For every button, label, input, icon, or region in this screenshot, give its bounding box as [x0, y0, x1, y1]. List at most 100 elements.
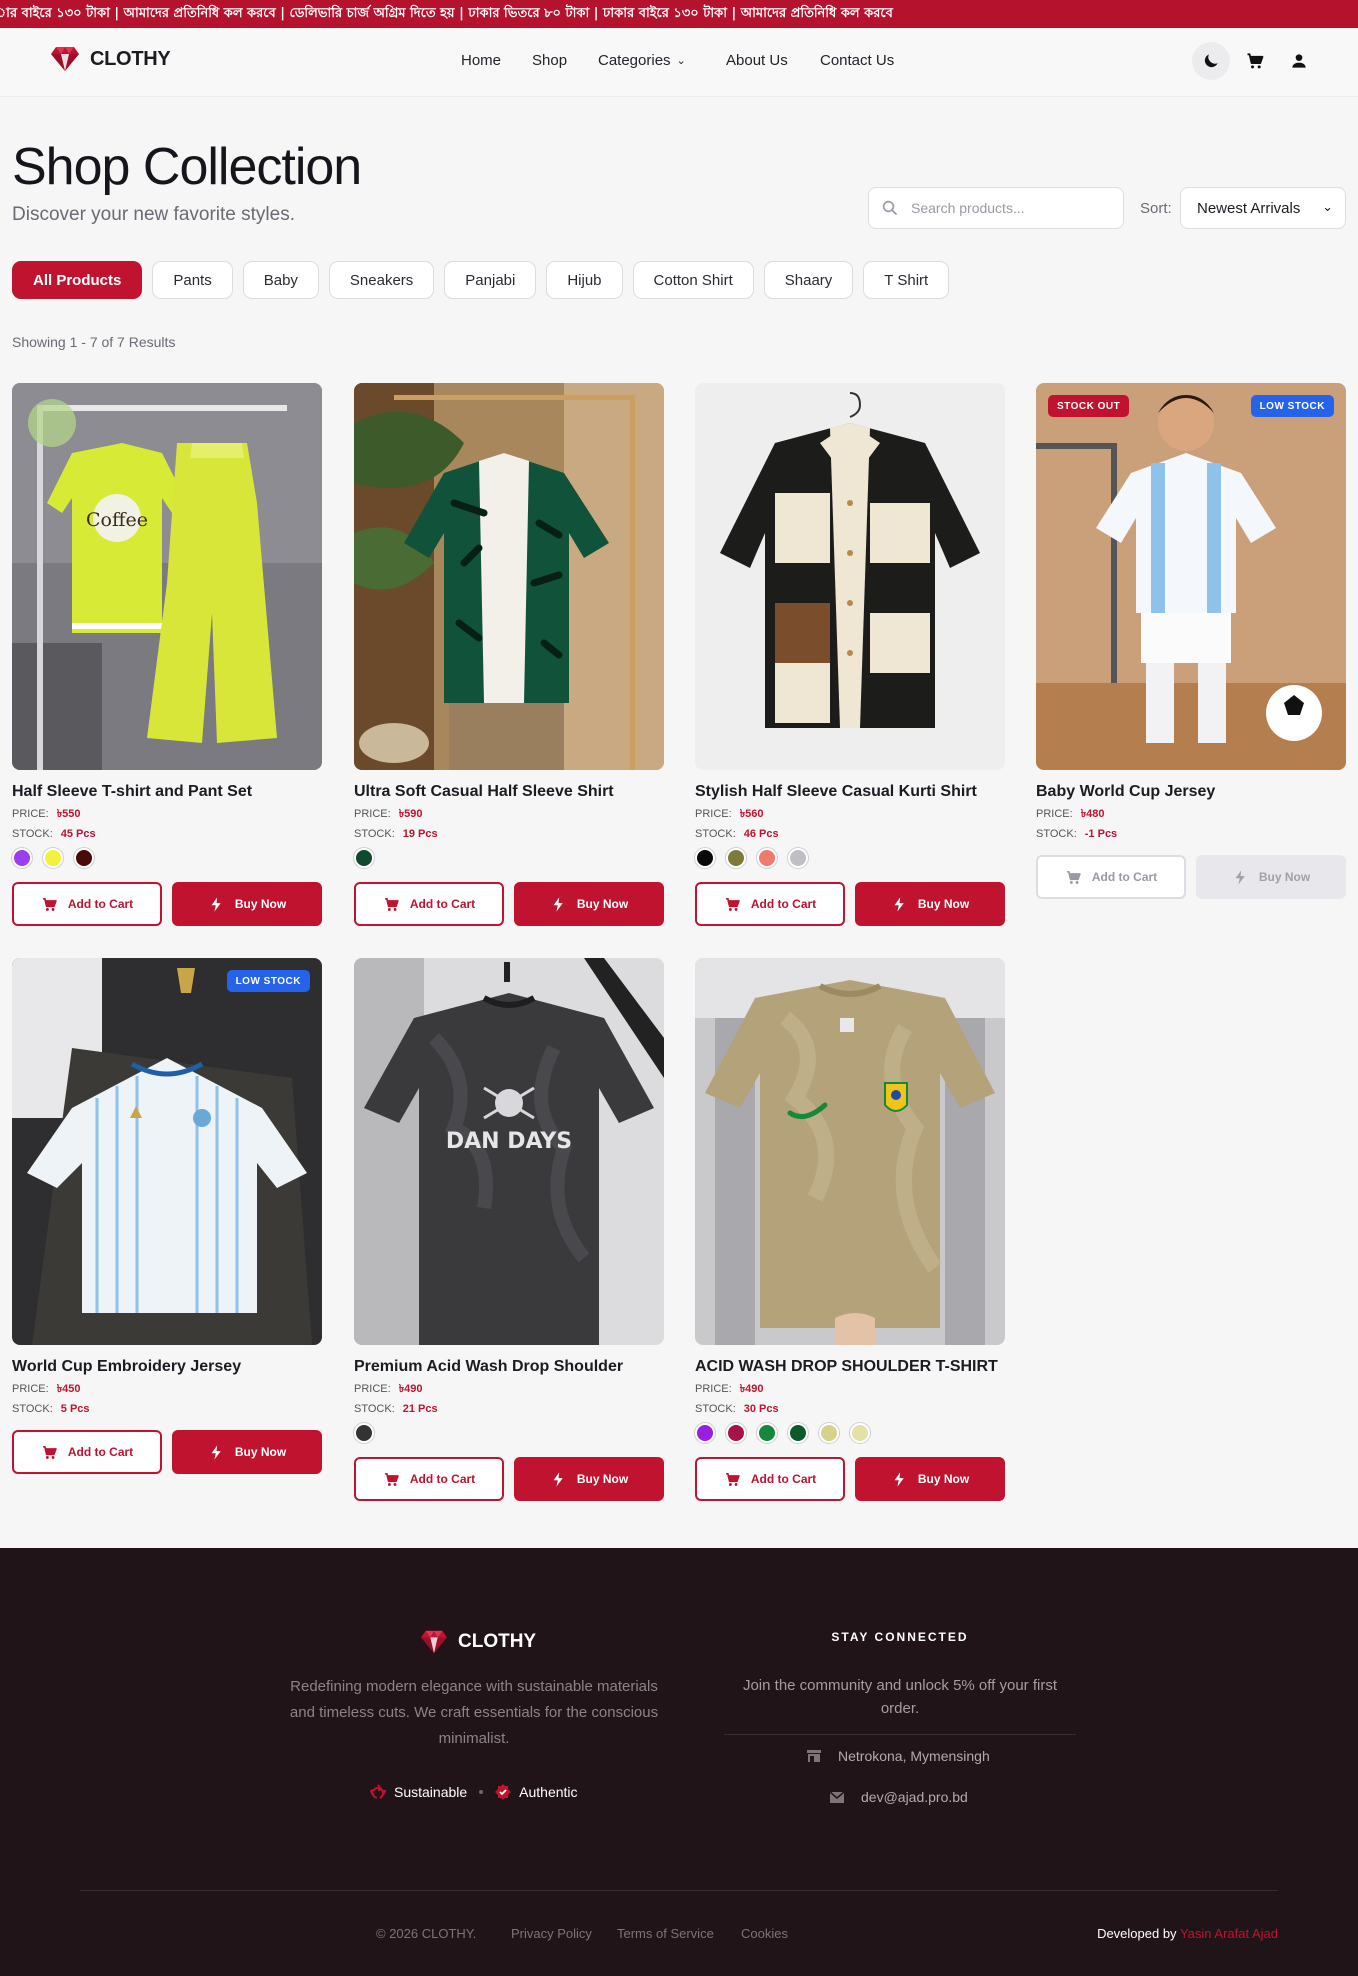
- product-stock: STOCK: 46 Pcs: [695, 827, 1005, 841]
- product-name[interactable]: Half Sleeve T-shirt and Pant Set: [12, 783, 322, 801]
- product-name[interactable]: ACID WASH DROP SHOULDER T-SHIRT: [695, 1358, 1005, 1376]
- product-price: PRICE: ৳480: [1036, 807, 1346, 821]
- add-to-cart-button[interactable]: Add to Cart: [695, 882, 845, 926]
- sort-select[interactable]: Newest Arrivals ⌄: [1180, 187, 1346, 229]
- terms-link[interactable]: Terms of Service: [617, 1926, 714, 1941]
- buy-now-button[interactable]: Buy Now: [514, 1457, 664, 1501]
- price-label: PRICE:: [695, 1383, 732, 1395]
- color-swatch[interactable]: [354, 848, 374, 868]
- product-card[interactable]: Stylish Half Sleeve Casual Kurti Shirt P…: [695, 383, 1005, 926]
- color-swatch[interactable]: [12, 848, 32, 868]
- stock-label: STOCK:: [1036, 828, 1077, 840]
- category-chip[interactable]: T Shirt: [863, 261, 950, 299]
- buy-now-button[interactable]: Buy Now: [1196, 855, 1346, 899]
- add-to-cart-button[interactable]: Add to Cart: [12, 1430, 162, 1474]
- color-swatch[interactable]: [74, 848, 94, 868]
- product-name[interactable]: Premium Acid Wash Drop Shoulder: [354, 1358, 664, 1376]
- cookies-link[interactable]: Cookies: [741, 1926, 788, 1941]
- category-chip[interactable]: Hijub: [546, 261, 623, 299]
- brand-logo[interactable]: CLOTHY: [50, 46, 171, 72]
- buy-now-label: Buy Now: [917, 897, 970, 911]
- product-card[interactable]: ACID WASH DROP SHOULDER T-SHIRT PRICE: ৳4…: [695, 958, 1005, 1501]
- color-swatch[interactable]: [850, 1423, 870, 1443]
- product-image[interactable]: [354, 383, 664, 770]
- product-card[interactable]: STOCK OUT LOW STOCK Baby World Cup Jerse…: [1036, 383, 1346, 899]
- category-chip[interactable]: All Products: [12, 261, 143, 299]
- stock-value: 21 Pcs: [402, 1403, 438, 1415]
- site-footer: CLOTHY Redefining modern elegance with s…: [0, 1548, 1358, 1976]
- add-to-cart-button[interactable]: Add to Cart: [1036, 855, 1186, 899]
- nav-contact[interactable]: Contact Us: [820, 52, 894, 69]
- add-to-cart-button[interactable]: Add to Cart: [695, 1457, 845, 1501]
- buy-now-button[interactable]: Buy Now: [855, 882, 1005, 926]
- color-swatch[interactable]: [757, 1423, 777, 1443]
- diamond-logo-icon: [421, 1630, 447, 1654]
- product-image[interactable]: [695, 383, 1005, 770]
- product-image[interactable]: Coffee: [12, 383, 322, 770]
- buy-now-button[interactable]: Buy Now: [172, 882, 322, 926]
- nav-categories-label: Categories: [598, 52, 671, 69]
- color-swatch[interactable]: [819, 1423, 839, 1443]
- nav-shop[interactable]: Shop: [532, 52, 567, 69]
- color-swatch[interactable]: [788, 1423, 808, 1443]
- product-image[interactable]: STOCK OUT LOW STOCK: [1036, 383, 1346, 770]
- verified-badge-icon: [495, 1784, 512, 1800]
- color-swatch[interactable]: [695, 848, 715, 868]
- buy-now-button[interactable]: Buy Now: [514, 882, 664, 926]
- email-item[interactable]: dev@ajad.pro.bd: [829, 1789, 968, 1805]
- add-to-cart-button[interactable]: Add to Cart: [354, 1457, 504, 1501]
- developer-link[interactable]: Yasin Arafat Ajad: [1180, 1926, 1278, 1941]
- color-swatch[interactable]: [788, 848, 808, 868]
- product-name[interactable]: World Cup Embroidery Jersey: [12, 1358, 322, 1376]
- search-input[interactable]: [911, 200, 1101, 216]
- theme-toggle-button[interactable]: [1192, 42, 1230, 80]
- product-image[interactable]: LOW STOCK: [12, 958, 322, 1345]
- email-text[interactable]: dev@ajad.pro.bd: [861, 1789, 968, 1805]
- product-name[interactable]: Ultra Soft Casual Half Sleeve Shirt: [354, 783, 664, 801]
- color-swatch[interactable]: [726, 1423, 746, 1443]
- card-actions: Add to Cart Buy Now: [1036, 855, 1346, 899]
- footer-divider: [724, 1734, 1076, 1735]
- cart-button[interactable]: [1236, 42, 1274, 80]
- product-image[interactable]: DAN DAYS: [354, 958, 664, 1345]
- sort-label: Sort:: [1140, 200, 1172, 217]
- color-swatch[interactable]: [726, 848, 746, 868]
- color-swatch[interactable]: [354, 1423, 374, 1443]
- color-swatch[interactable]: [695, 1423, 715, 1443]
- color-swatch[interactable]: [757, 848, 777, 868]
- cart-icon: [384, 1472, 399, 1486]
- color-swatch[interactable]: [43, 848, 63, 868]
- product-name[interactable]: Baby World Cup Jersey: [1036, 783, 1346, 801]
- footer-logo[interactable]: CLOTHY: [420, 1630, 536, 1654]
- card-actions: Add to Cart Buy Now: [12, 1430, 322, 1474]
- results-count: Showing 1 - 7 of 7 Results: [12, 334, 176, 350]
- category-chip[interactable]: Panjabi: [444, 261, 537, 299]
- footer-tags: Sustainable Authentic: [370, 1784, 578, 1800]
- nav-home[interactable]: Home: [461, 52, 501, 69]
- category-chip[interactable]: Baby: [242, 261, 319, 299]
- category-chip[interactable]: Cotton Shirt: [632, 261, 754, 299]
- product-card[interactable]: Ultra Soft Casual Half Sleeve Shirt PRIC…: [354, 383, 664, 926]
- bolt-icon: [211, 1444, 221, 1460]
- buy-now-button[interactable]: Buy Now: [855, 1457, 1005, 1501]
- category-chip[interactable]: Pants: [152, 261, 233, 299]
- nav-about[interactable]: About Us: [726, 52, 788, 69]
- footer-bottom-divider: [80, 1890, 1278, 1891]
- product-name[interactable]: Stylish Half Sleeve Casual Kurti Shirt: [695, 783, 1005, 801]
- stock-label: STOCK:: [354, 828, 395, 840]
- product-card[interactable]: Coffee Half Sleeve T-shirt and Pant Set …: [12, 383, 322, 926]
- account-button[interactable]: [1280, 42, 1318, 80]
- search-box[interactable]: [868, 187, 1124, 229]
- category-chip[interactable]: Shaary: [763, 261, 854, 299]
- product-card[interactable]: LOW STOCK World Cup Embroidery Jersey PR…: [12, 958, 322, 1474]
- buy-now-button[interactable]: Buy Now: [172, 1430, 322, 1474]
- category-chip[interactable]: Sneakers: [328, 261, 435, 299]
- category-filters: All Products Pants Baby Sneakers Panjabi Hiju…: [12, 261, 950, 299]
- add-to-cart-button[interactable]: Add to Cart: [354, 882, 504, 926]
- stock-label: STOCK:: [695, 828, 736, 840]
- product-card[interactable]: DAN DAYS Premium Acid Wash Drop Shoulder…: [354, 958, 664, 1501]
- nav-categories[interactable]: Categories ⌄: [598, 52, 686, 69]
- add-to-cart-button[interactable]: Add to Cart: [12, 882, 162, 926]
- product-image[interactable]: [695, 958, 1005, 1345]
- privacy-link[interactable]: Privacy Policy: [511, 1926, 592, 1941]
